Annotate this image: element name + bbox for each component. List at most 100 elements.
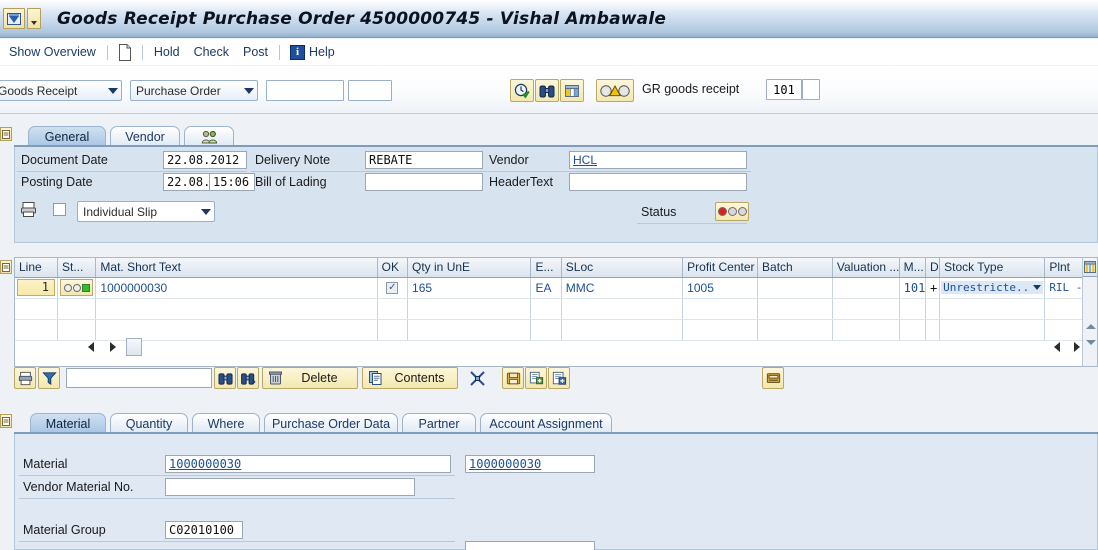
find-next-button[interactable] <box>237 367 259 389</box>
col-ok[interactable]: OK <box>377 258 409 278</box>
help-button[interactable]: i Help <box>284 44 341 61</box>
movement-type-input[interactable] <box>766 79 802 100</box>
sap-logo-icon[interactable] <box>3 8 25 29</box>
tab-general[interactable]: General <box>28 126 106 146</box>
individual-slip-checkbox[interactable] <box>53 203 66 216</box>
grid-scroll-left-button[interactable] <box>84 339 98 355</box>
material-input[interactable] <box>165 455 451 473</box>
serial-number-button[interactable] <box>762 367 784 389</box>
col-profit-center[interactable]: Profit Center <box>682 258 759 278</box>
vendor-material-input[interactable] <box>165 478 415 496</box>
table-row-empty-1[interactable] <box>15 298 1097 320</box>
col-batch[interactable]: Batch <box>757 258 833 278</box>
tab-account-assignment-label: Account Assignment <box>489 416 603 431</box>
execute-button[interactable] <box>510 79 534 102</box>
partial-field-input[interactable] <box>465 541 595 550</box>
slip-select[interactable]: Individual Slip <box>77 201 215 222</box>
delete-button[interactable]: Delete <box>262 367 358 389</box>
col-unit[interactable]: E... <box>530 258 562 278</box>
detail-data-button[interactable] <box>596 79 634 102</box>
header-collapse-icon[interactable] <box>0 127 12 141</box>
grid-scroll-up-button[interactable] <box>1083 318 1098 334</box>
print-slip-icon[interactable] <box>20 201 37 221</box>
stock-type-select[interactable]: Unrestricte... <box>941 281 1044 294</box>
layout-button[interactable] <box>560 79 584 102</box>
tab-where[interactable]: Where <box>192 413 260 433</box>
col-short-text[interactable]: Mat. Short Text <box>95 258 378 278</box>
po-item-input[interactable] <box>348 80 392 101</box>
col-status[interactable]: St... <box>57 258 97 278</box>
grid-collapse-icon[interactable] <box>0 260 12 274</box>
tab-purchase-order-data[interactable]: Purchase Order Data <box>264 413 398 433</box>
hold-button[interactable]: Hold <box>147 43 187 61</box>
check-button[interactable]: Check <box>187 43 236 61</box>
header-text-input[interactable] <box>569 173 747 191</box>
cell-sloc[interactable]: MMC <box>561 277 684 299</box>
cell-qty[interactable]: 165 <box>407 277 532 299</box>
cell-profit-center[interactable]: 1005 <box>682 277 759 299</box>
delivery-note-input[interactable] <box>365 151 483 169</box>
col-stock-type[interactable]: Stock Type <box>939 258 1046 278</box>
cell-debit-credit[interactable]: + <box>925 277 941 299</box>
window-menu-arrow[interactable] <box>27 8 41 29</box>
grid-scroll-track-top[interactable] <box>1083 277 1097 318</box>
grid-scroll-right-button[interactable] <box>106 339 120 355</box>
find-button[interactable] <box>535 79 559 102</box>
material-code-input[interactable] <box>465 455 595 473</box>
cell-movement[interactable]: 101 <box>899 277 926 299</box>
search-input[interactable] <box>66 368 212 388</box>
vendor-input[interactable] <box>569 151 747 169</box>
tab-account-assignment[interactable]: Account Assignment <box>480 413 612 433</box>
col-movement[interactable]: M... <box>899 258 926 278</box>
cell-valuation[interactable] <box>832 277 900 299</box>
distribute-quantity-button[interactable] <box>466 367 488 389</box>
grid-page-right-button[interactable] <box>1070 339 1084 355</box>
grid-horizontal-scrollbar[interactable] <box>14 337 1098 359</box>
table-row[interactable]: 1 1000000030 ✓ 165 EA MMC 1005 101 + Unr… <box>15 277 1097 299</box>
material-group-input[interactable] <box>165 521 243 539</box>
tab-material[interactable]: Material <box>30 413 106 433</box>
col-valuation[interactable]: Valuation ... <box>832 258 900 278</box>
execute-icon <box>514 83 530 98</box>
col-line[interactable]: Line <box>15 258 58 278</box>
col-qty[interactable]: Qty in UnE <box>407 258 532 278</box>
grid-page-left-button[interactable] <box>1050 339 1064 355</box>
cell-unit[interactable]: EA <box>530 277 562 299</box>
find-item-button[interactable] <box>214 367 236 389</box>
filter-button[interactable] <box>38 367 60 389</box>
post-button[interactable]: Post <box>236 43 275 61</box>
show-overview-button[interactable]: Show Overview <box>2 43 103 61</box>
tab-quantity[interactable]: Quantity <box>110 413 188 433</box>
tab-partner[interactable]: Partner <box>402 413 476 433</box>
po-number-input[interactable] <box>266 80 344 101</box>
copy-item-button[interactable] <box>525 367 547 389</box>
bill-of-lading-input[interactable] <box>365 173 483 191</box>
new-document-button[interactable] <box>112 43 138 62</box>
people-icon <box>201 130 217 143</box>
reference-select[interactable]: Purchase Order <box>130 80 258 101</box>
cell-short-text[interactable]: 1000000030 <box>95 277 378 299</box>
tab-vendor[interactable]: Vendor <box>110 126 180 146</box>
print-button[interactable] <box>14 367 36 389</box>
movement-special-input[interactable] <box>802 79 820 100</box>
cell-ok[interactable]: ✓ <box>377 277 409 299</box>
grid-scroll-thumb[interactable] <box>126 338 142 356</box>
item-settings-button[interactable] <box>548 367 570 389</box>
posting-time-input[interactable] <box>209 173 255 191</box>
document-date-input[interactable] <box>163 151 247 169</box>
status-badge[interactable] <box>715 202 749 221</box>
cell-status[interactable] <box>57 277 97 299</box>
contents-button[interactable]: Contents <box>362 367 458 389</box>
save-item-button[interactable] <box>502 367 524 389</box>
detail-collapse-icon[interactable] <box>0 414 12 428</box>
col-sloc[interactable]: SLoc <box>561 258 684 278</box>
ok-checkbox[interactable]: ✓ <box>386 281 399 294</box>
grid-config-icon[interactable] <box>1083 258 1097 277</box>
col-debit-credit[interactable]: D <box>925 258 941 278</box>
cell-batch[interactable] <box>757 277 833 299</box>
status-lamp-green <box>737 207 747 216</box>
tab-partner-icon[interactable] <box>184 126 234 146</box>
cell-line[interactable]: 1 <box>15 277 58 299</box>
cell-stock-type[interactable]: Unrestricte... <box>939 277 1046 299</box>
transaction-select[interactable]: Goods Receipt <box>0 80 122 101</box>
